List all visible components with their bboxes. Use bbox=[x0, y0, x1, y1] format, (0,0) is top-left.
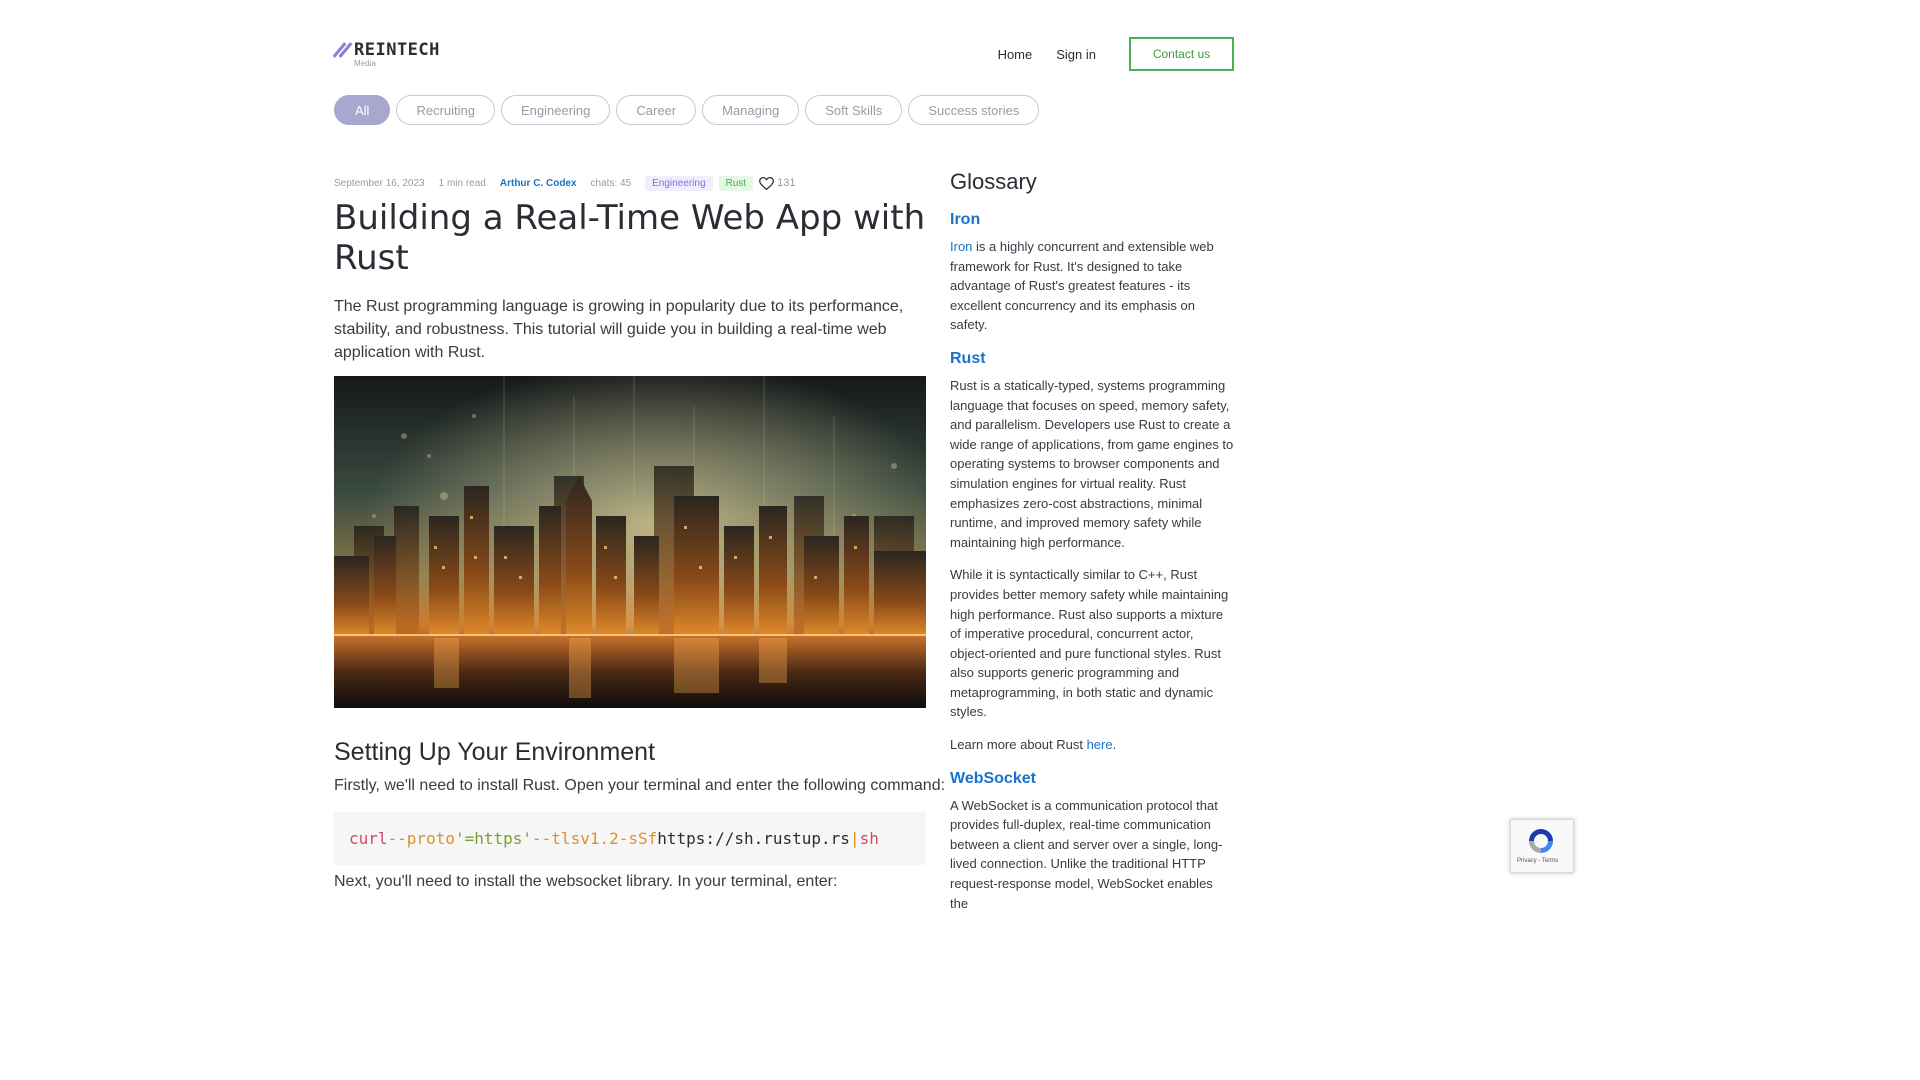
author-link[interactable]: Arthur C. Codex bbox=[500, 178, 577, 189]
hero-image bbox=[334, 376, 926, 708]
tab-engineering[interactable]: Engineering bbox=[500, 95, 611, 125]
likes-count: 131 bbox=[777, 177, 796, 189]
heart-icon bbox=[759, 176, 775, 190]
glossary-websocket-text: A WebSocket is a communication protocol … bbox=[950, 797, 1223, 911]
logo-text: REINTECH bbox=[354, 40, 440, 60]
article-meta: September 16, 2023 1 min read Arthur C. … bbox=[334, 175, 809, 191]
recaptcha-links[interactable]: Privacy - Terms bbox=[1517, 858, 1558, 864]
article-lead: The Rust programming language is growing… bbox=[334, 298, 904, 361]
article-date: September 16, 2023 bbox=[334, 177, 425, 189]
code-url: https://sh.rustup.rs bbox=[657, 829, 850, 848]
code-sh: sh bbox=[859, 829, 879, 848]
contact-us-button[interactable]: Contact us bbox=[1129, 37, 1234, 71]
nav-home-link[interactable]: Home bbox=[998, 47, 1033, 62]
glossary-title: Glossary bbox=[950, 169, 1037, 194]
glossary-term-websocket[interactable]: WebSocket bbox=[950, 768, 1234, 790]
glossary-rust-text-1: Rust is a statically-typed, systems prog… bbox=[950, 377, 1234, 550]
recaptcha-badge[interactable]: Privacy - Terms bbox=[1510, 819, 1574, 873]
logo-subtext: Media bbox=[354, 59, 376, 68]
iron-link[interactable]: Iron bbox=[950, 239, 972, 254]
logo-mark-icon bbox=[332, 42, 353, 58]
logo[interactable]: REINTECH Media bbox=[332, 40, 440, 68]
iron-description: is a highly concurrent and extensible we… bbox=[950, 239, 1214, 333]
category-tabs: All Recruiting Engineering Career Managi… bbox=[334, 95, 1045, 125]
glossary-rust-learn-more: Learn more about Rust here. bbox=[950, 735, 1234, 755]
learn-more-text: Learn more about Rust bbox=[950, 737, 1087, 753]
code-pipe: | bbox=[849, 829, 860, 848]
code-flag: --tlsv1.2 bbox=[532, 829, 619, 848]
read-time: 1 min read bbox=[438, 177, 486, 189]
glossary-term-iron[interactable]: Iron bbox=[950, 209, 1234, 231]
tab-managing[interactable]: Managing bbox=[702, 95, 800, 125]
glossary-sidebar: Glossary Iron Iron is a highly concurren… bbox=[950, 168, 1234, 926]
nav-sign-in-link[interactable]: Sign in bbox=[1056, 47, 1096, 62]
tab-all[interactable]: All bbox=[334, 95, 391, 125]
glossary-iron-text: Iron is a highly concurrent and extensib… bbox=[950, 237, 1234, 335]
glossary-rust-text-2: While it is syntactically similar to C++… bbox=[950, 567, 1229, 720]
chats-count: chats: 45 bbox=[590, 177, 632, 189]
top-nav: Home Sign in Contact us bbox=[998, 37, 1234, 71]
tab-career[interactable]: Career bbox=[616, 95, 697, 125]
code-flag: --proto bbox=[387, 829, 455, 848]
section-paragraph: Firstly, we'll need to install Rust. Ope… bbox=[334, 777, 946, 794]
learn-more-period: . bbox=[1112, 737, 1117, 753]
glossary-term-rust[interactable]: Rust bbox=[950, 348, 1234, 370]
tab-recruiting[interactable]: Recruiting bbox=[396, 95, 495, 125]
like-button[interactable]: 131 bbox=[759, 176, 796, 190]
tag-rust[interactable]: Rust bbox=[718, 175, 754, 191]
tab-soft-skills[interactable]: Soft Skills bbox=[805, 95, 903, 125]
code-cmd: curl bbox=[349, 829, 388, 848]
tag-engineering[interactable]: Engineering bbox=[645, 175, 713, 191]
code-flag: -sSf bbox=[618, 829, 658, 848]
code-block: curl --proto '=https' --tlsv1.2 -sSf htt… bbox=[334, 812, 926, 865]
rust-here-link[interactable]: here bbox=[1087, 737, 1113, 752]
recaptcha-icon bbox=[1529, 829, 1553, 853]
tab-success-stories[interactable]: Success stories bbox=[908, 95, 1040, 125]
article-title: Building a Real-Time Web App with Rust bbox=[334, 198, 926, 278]
next-paragraph: Next, you'll need to install the websock… bbox=[334, 873, 838, 890]
code-arg: '=https' bbox=[454, 829, 533, 848]
section-heading: Setting Up Your Environment bbox=[334, 738, 656, 766]
